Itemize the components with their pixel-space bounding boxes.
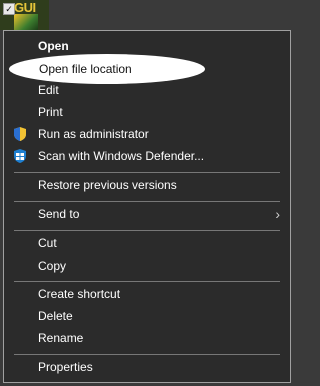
- separator: [14, 230, 280, 231]
- context-menu: Open Open file location Edit Print Run a…: [3, 30, 291, 383]
- menu-item-print[interactable]: Print: [4, 101, 290, 123]
- chevron-right-icon: ›: [275, 206, 280, 222]
- app-thumbnail: [14, 14, 38, 30]
- menu-item-label: Scan with Windows Defender...: [38, 149, 205, 163]
- menu-item-run-as-administrator[interactable]: Run as administrator: [4, 123, 290, 145]
- menu-item-send-to[interactable]: Send to ›: [4, 203, 290, 225]
- uac-shield-icon: [14, 127, 26, 141]
- separator: [14, 354, 280, 355]
- menu-item-open[interactable]: Open: [4, 35, 290, 57]
- menu-item-label: Send to: [38, 207, 80, 221]
- file-icon-label: GUI: [14, 0, 36, 15]
- menu-item-copy[interactable]: Copy: [4, 255, 290, 277]
- file-icon[interactable]: ✓ GUI: [0, 0, 49, 30]
- menu-item-label: Run as administrator: [38, 127, 149, 141]
- menu-item-restore-previous-versions[interactable]: Restore previous versions: [4, 174, 290, 196]
- menu-item-cut[interactable]: Cut: [4, 232, 290, 254]
- separator: [14, 172, 280, 173]
- menu-item-edit[interactable]: Edit: [4, 79, 290, 101]
- menu-item-open-file-location[interactable]: Open file location: [39, 58, 132, 80]
- separator: [14, 201, 280, 202]
- separator: [14, 281, 280, 282]
- menu-item-create-shortcut[interactable]: Create shortcut: [4, 283, 290, 305]
- menu-item-scan-with-defender[interactable]: Scan with Windows Defender...: [4, 145, 290, 167]
- menu-item-delete[interactable]: Delete: [4, 305, 290, 327]
- windows-defender-icon: [14, 149, 26, 163]
- menu-item-rename[interactable]: Rename: [4, 327, 290, 349]
- menu-item-properties[interactable]: Properties: [4, 356, 290, 378]
